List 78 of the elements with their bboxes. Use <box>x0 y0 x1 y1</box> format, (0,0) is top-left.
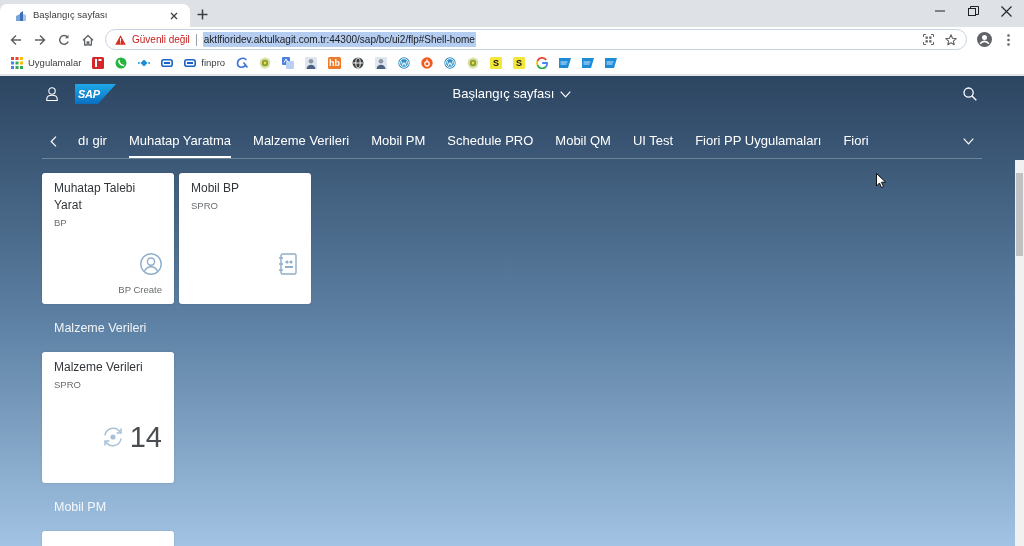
page-title-menu[interactable]: Başlangıç sayfası <box>452 84 572 104</box>
person-icon[interactable] <box>375 57 388 69</box>
tab[interactable]: Muhatap Yaratma <box>128 124 232 158</box>
refresh-icon <box>101 426 124 448</box>
curve-logo-icon[interactable] <box>236 57 249 69</box>
mouse-pointer-icon <box>876 173 886 188</box>
scrollbar-thumb[interactable] <box>1016 173 1023 256</box>
link-icon <box>184 57 197 69</box>
reload-icon[interactable] <box>58 33 70 46</box>
group-heading: Mobil PM <box>54 499 107 516</box>
person-circle-icon <box>140 253 162 275</box>
tab[interactable]: Malzeme Verileri <box>253 124 350 158</box>
tile-title: Mobil BP <box>191 180 241 197</box>
square-logo-icon[interactable] <box>92 57 105 69</box>
address-book-icon <box>277 253 299 275</box>
tile-title: Muhatap Talebi Yarat <box>54 180 137 214</box>
ring-logo-icon[interactable] <box>536 57 549 69</box>
globe-icon[interactable] <box>352 57 365 69</box>
url-text: aktlfioridev.aktulkagit.com.tr:44300/sap/bc/ui2/flp#Shell-home <box>202 32 476 47</box>
forward-arrow-icon[interactable] <box>34 33 46 46</box>
person-icon[interactable] <box>305 57 318 69</box>
chevron-down-icon[interactable] <box>963 137 974 145</box>
plus-icon[interactable] <box>197 9 208 20</box>
letter-bookmark[interactable]: S <box>513 57 526 69</box>
letter-bookmark[interactable]: S <box>490 57 503 69</box>
kpi-number: 14 <box>129 421 162 453</box>
tab[interactable]: Fiori <box>843 124 869 158</box>
apps-grid-icon <box>11 57 23 69</box>
close-icon[interactable] <box>170 11 178 20</box>
address-bar[interactable]: Güvenli değil aktlfioridev.aktulkagit.com.tr:44300/sap/bc/ui2/flp#Shell-home <box>105 29 967 50</box>
profile-icon[interactable] <box>977 32 992 47</box>
bookmark-link[interactable]: Uygulamalar <box>11 55 82 71</box>
logo: SAP <box>75 84 116 104</box>
bookmark-link[interactable]: finpro <box>184 55 226 71</box>
tab[interactable]: Mobil PM <box>371 124 426 158</box>
qr-code-icon[interactable] <box>923 34 934 45</box>
tile-footer: BP Create <box>118 283 162 297</box>
trapezoid-logo-icon[interactable] <box>559 57 572 69</box>
search-icon[interactable] <box>963 87 977 101</box>
app-tile[interactable]: Muhatap Talebi Yarat BP BP Create <box>42 173 174 304</box>
tile-subtitle: SPRO <box>54 378 82 392</box>
tile-subtitle: BP <box>54 216 68 230</box>
circle-logo-icon[interactable] <box>398 57 411 69</box>
browser-tab[interactable]: Başlangıç sayfası <box>0 4 190 27</box>
translate-icon[interactable] <box>282 57 295 69</box>
trapezoid-logo-icon[interactable] <box>605 57 618 69</box>
seal-icon[interactable] <box>259 57 272 69</box>
tab-title: Başlangıç sayfası <box>33 8 108 23</box>
tile-subtitle: SPRO <box>191 199 219 213</box>
tab[interactable]: dı gir <box>78 124 107 158</box>
menu-dots-icon[interactable] <box>1007 33 1010 46</box>
back-arrow-icon[interactable] <box>10 33 22 46</box>
tile-title: Malzeme Verileri <box>54 359 144 376</box>
app-tile[interactable]: Mobil BP SPRO <box>179 173 311 304</box>
tab[interactable]: Schedule PRO <box>447 124 534 158</box>
link-icon[interactable] <box>161 57 174 69</box>
trapezoid-logo-icon[interactable] <box>582 57 595 69</box>
home-icon[interactable] <box>82 33 94 46</box>
star-icon[interactable] <box>945 33 957 46</box>
chevron-down-icon <box>560 90 572 98</box>
chat-bubble-icon[interactable] <box>115 57 128 69</box>
circle-logo-icon[interactable] <box>444 57 457 69</box>
scrollbar[interactable] <box>1015 160 1024 546</box>
favicon-icon <box>15 9 27 22</box>
close-icon[interactable] <box>1001 5 1012 17</box>
group-heading: Malzeme Verileri <box>54 320 147 337</box>
app-tile[interactable]: Malzeme Verileri SPRO 14 <box>42 352 174 483</box>
seal-icon[interactable] <box>467 57 480 69</box>
tab[interactable]: Mobil QM <box>555 124 611 158</box>
tab[interactable]: Fiori PP Uygulamaları <box>695 124 822 158</box>
chevron-left-icon[interactable] <box>50 135 57 147</box>
security-warning: Güvenli değil <box>132 33 190 47</box>
diamond-icon[interactable] <box>138 57 151 69</box>
circle-logo-icon[interactable] <box>421 57 434 69</box>
user-icon[interactable] <box>46 87 58 101</box>
restore-icon[interactable] <box>968 5 979 17</box>
warning-icon <box>115 34 126 45</box>
tab[interactable]: UI Test <box>632 124 674 158</box>
